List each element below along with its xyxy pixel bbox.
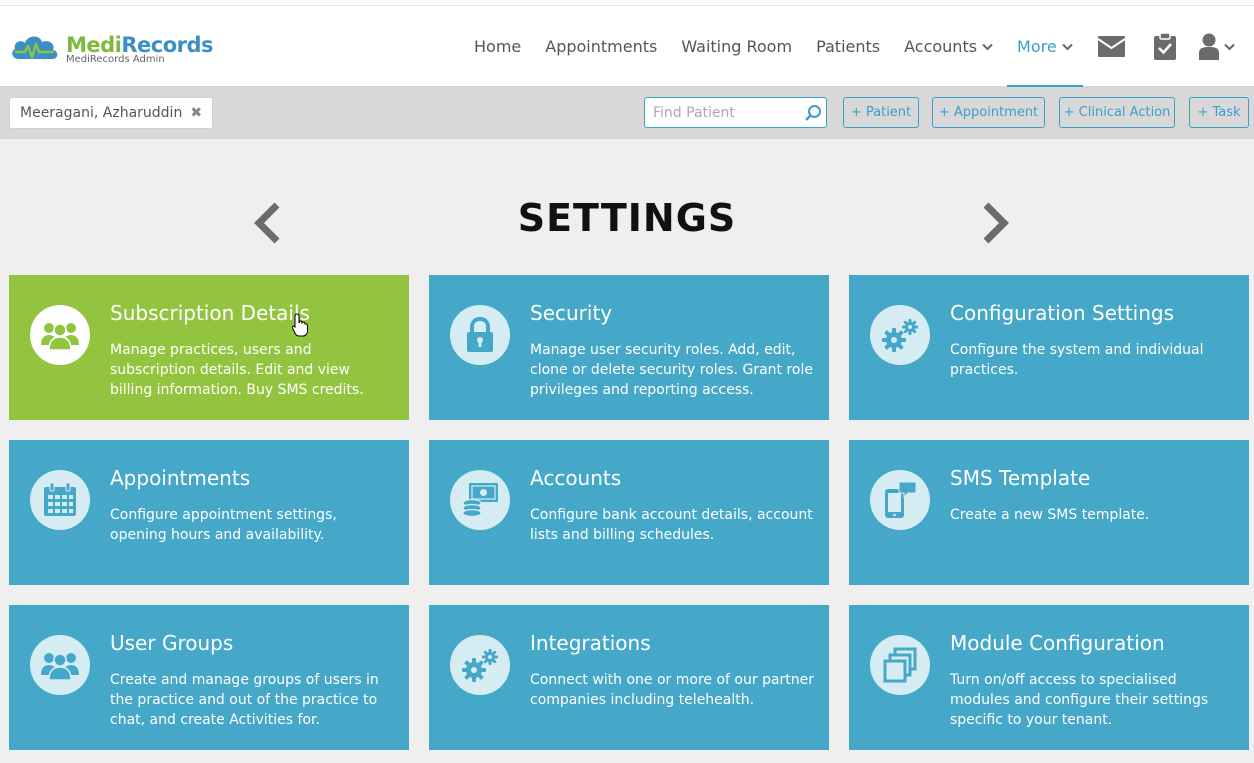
mobile-message-icon: [885, 481, 917, 518]
tile-icon-circle: [30, 470, 90, 530]
tile-description: Turn on/off access to specialised module…: [950, 672, 1209, 728]
tile-description: Create and manage groups of users in the…: [110, 672, 379, 728]
tile-title: Security: [530, 301, 613, 325]
gears-icon: [882, 319, 918, 352]
cloud-logo-icon: [12, 36, 58, 59]
clipboard-check-icon: [1153, 33, 1176, 60]
nav-more[interactable]: More: [1005, 6, 1085, 88]
tile-description: Create a new SMS template.: [950, 507, 1150, 523]
tile-configuration-settings[interactable]: Configuration Settings Configure the sys…: [849, 275, 1249, 420]
tile-accounts[interactable]: Accounts Configure bank account details,…: [429, 440, 829, 585]
modules-icon: [883, 647, 917, 683]
close-icon[interactable]: ✖: [190, 105, 202, 121]
hand-cursor-icon: [292, 313, 308, 337]
user-icon: [1198, 33, 1219, 60]
tile-icon-circle: [450, 635, 510, 695]
chevron-right-icon[interactable]: [982, 202, 1010, 244]
nav-accounts-label: Accounts: [904, 37, 978, 56]
tile-title: Appointments: [110, 466, 251, 490]
nav-accounts[interactable]: Accounts: [892, 6, 1005, 87]
nav-more-label: More: [1017, 37, 1057, 56]
app-header: MediRecords MediRecords Admin Home Appoi…: [0, 6, 1254, 88]
tile-description: Configure bank account details, account …: [530, 507, 813, 543]
settings-title-row: SETTINGS: [0, 190, 1254, 250]
gears-icon: [462, 649, 498, 682]
brand-subtitle: MediRecords Admin: [66, 54, 165, 65]
page-title: SETTINGS: [517, 196, 737, 240]
tile-icon-circle: [450, 305, 510, 365]
tile-subscription-details[interactable]: Subscription Details Manage practices, u…: [9, 275, 409, 420]
nav-home[interactable]: Home: [462, 6, 533, 87]
tile-title: Accounts: [530, 466, 622, 490]
tile-description: Configure the system and individual prac…: [950, 342, 1204, 378]
nav-patients-label: Patients: [816, 37, 881, 56]
toolbar: Meeragani, Azharuddin ✖ + Patient + Appo…: [0, 87, 1254, 139]
mail-button[interactable]: [1085, 6, 1139, 87]
tile-integrations[interactable]: Integrations Connect with one or more of…: [429, 605, 829, 750]
search-icon[interactable]: [804, 104, 822, 122]
user-menu-button[interactable]: [1191, 6, 1243, 87]
tile-module-configuration[interactable]: Module Configuration Turn on/off access …: [849, 605, 1249, 750]
tile-description: Manage user security roles. Add, edit, c…: [530, 342, 813, 398]
main-nav: Home Appointments Waiting Room Patients …: [462, 6, 1243, 88]
logo[interactable]: MediRecords MediRecords Admin: [10, 30, 214, 70]
tile-icon-circle: [30, 305, 90, 365]
nav-patients[interactable]: Patients: [804, 6, 892, 87]
add-patient-button[interactable]: + Patient: [843, 97, 919, 128]
users-group-icon: [41, 653, 79, 681]
tile-icon-circle: [870, 305, 930, 365]
tile-appointments[interactable]: Appointments Configure appointment setti…: [9, 440, 409, 585]
tile-title: Subscription Details: [110, 301, 310, 325]
nav-appointments-label: Appointments: [545, 37, 658, 56]
chevron-down-icon: [1224, 43, 1235, 50]
money-icon: [462, 483, 498, 518]
mail-icon: [1098, 36, 1126, 57]
tile-user-groups[interactable]: User Groups Create and manage groups of …: [9, 605, 409, 750]
add-task-button[interactable]: + Task: [1189, 97, 1249, 128]
add-clinical-action-button[interactable]: + Clinical Action: [1059, 97, 1175, 128]
tile-description: Connect with one or more of our partner …: [530, 672, 815, 708]
calendar-icon: [44, 483, 76, 516]
tile-title: Configuration Settings: [950, 301, 1175, 325]
nav-appointments[interactable]: Appointments: [533, 6, 669, 87]
tile-icon-circle: [450, 470, 510, 530]
nav-home-label: Home: [474, 37, 522, 56]
lock-icon: [467, 317, 493, 352]
tasks-button[interactable]: [1139, 6, 1191, 87]
tile-security[interactable]: Security Manage user security roles. Add…: [429, 275, 829, 420]
tile-title: Module Configuration: [950, 631, 1165, 655]
find-patient-input[interactable]: [645, 98, 795, 127]
tile-sms-template[interactable]: SMS Template Create a new SMS template.: [849, 440, 1249, 585]
tile-icon-circle: [30, 635, 90, 695]
tile-title: Integrations: [530, 631, 651, 655]
tile-description: Configure appointment settings, opening …: [110, 507, 337, 543]
chevron-down-icon: [982, 43, 993, 50]
find-patient-field: [644, 97, 827, 128]
add-appointment-button[interactable]: + Appointment: [932, 97, 1045, 128]
patient-name: Meeragani, Azharuddin: [20, 105, 183, 121]
tile-title: SMS Template: [950, 466, 1091, 490]
nav-waiting-room[interactable]: Waiting Room: [669, 6, 804, 87]
nav-waiting-room-label: Waiting Room: [681, 37, 793, 56]
patient-chip[interactable]: Meeragani, Azharuddin ✖: [9, 97, 214, 129]
users-group-icon: [41, 323, 79, 351]
chevron-down-icon: [1062, 43, 1073, 50]
tile-title: User Groups: [110, 631, 234, 655]
tile-icon-circle: [870, 635, 930, 695]
tile-description: Manage practices, users and subscription…: [110, 342, 364, 398]
tile-icon-circle: [870, 470, 930, 530]
